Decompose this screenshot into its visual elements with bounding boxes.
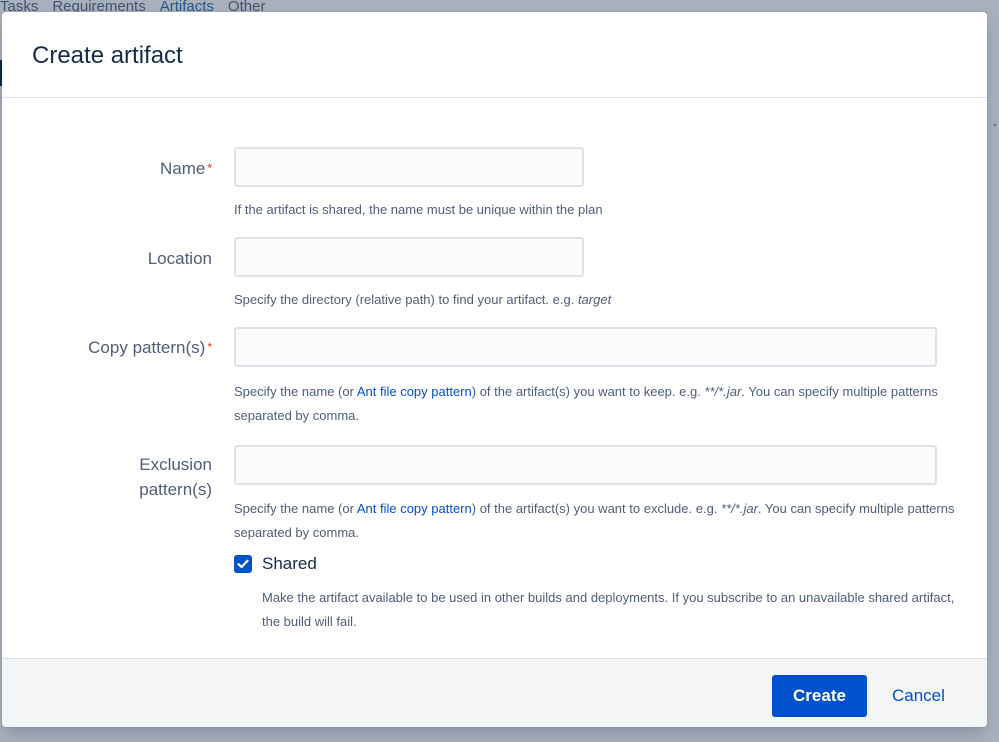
ant-file-copy-pattern-link[interactable]: Ant file copy pattern: [357, 384, 472, 399]
copy-pattern-input[interactable]: [234, 327, 937, 367]
create-artifact-dialog: Create artifact Name * If the artifact is…: [2, 12, 987, 727]
checkmark-icon: [237, 559, 249, 569]
copy-pattern-help-text: Specify the name (or Ant file copy patte…: [234, 384, 938, 423]
ant-file-copy-pattern-link[interactable]: Ant file copy pattern: [357, 501, 472, 516]
required-indicator: *: [207, 340, 212, 354]
modal-header: Create artifact: [2, 12, 987, 98]
exclusion-pattern-input[interactable]: [234, 445, 937, 485]
shared-checkbox[interactable]: [234, 555, 252, 573]
name-help-text: If the artifact is shared, the name must…: [234, 202, 603, 217]
location-input[interactable]: [234, 237, 584, 277]
name-label: Name *: [159, 159, 212, 178]
cancel-button[interactable]: Cancel: [886, 675, 951, 717]
location-help-example: target: [577, 292, 612, 307]
shared-label[interactable]: Shared: [262, 554, 317, 574]
shared-help-text: Make the artifact available to be used i…: [262, 590, 955, 629]
modal-body: Name * If the artifact is shared, the nam…: [2, 98, 987, 658]
shared-checkbox-row[interactable]: Shared: [234, 554, 317, 574]
modal-footer: Create Cancel: [2, 658, 987, 727]
required-indicator: *: [207, 161, 212, 175]
name-input[interactable]: [234, 147, 584, 187]
location-help-text: Specify the directory (relative path) to…: [234, 292, 612, 307]
modal-title: Create artifact: [32, 42, 183, 69]
copy-pattern-label: Copy pattern(s) *: [88, 338, 212, 357]
create-button[interactable]: Create: [772, 675, 867, 717]
exclusion-pattern-label: Exclusion pattern(s): [139, 455, 212, 499]
location-label: Location: [147, 249, 212, 268]
exclusion-pattern-help-text: Specify the name (or Ant file copy patte…: [234, 501, 955, 540]
